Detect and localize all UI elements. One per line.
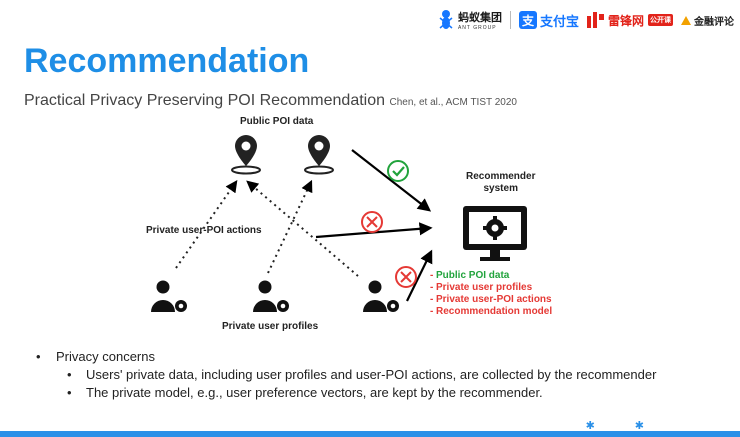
bullet-privacy-concerns: Privacy concerns — [30, 349, 720, 364]
private-profiles-label: Private user profiles — [222, 321, 319, 332]
check-circle-icon — [387, 160, 409, 182]
private-actions-label: Private user-POI actions — [146, 225, 262, 236]
slide-subtitle: Practical Privacy Preserving POI Recomme… — [24, 92, 517, 109]
header-logos: 蚂蚁集团 ANT GROUP 支 支付宝 雷锋网 公开课 金融评论 — [437, 6, 734, 34]
user-gear-icon — [253, 280, 289, 312]
bullet-data-collected: Users' private data, including user prof… — [30, 367, 720, 383]
bullet-private-model: The private model, e.g., user preference… — [30, 385, 720, 401]
cross-circle-icon — [395, 266, 417, 288]
user-gear-icon — [363, 280, 399, 312]
diagram-canvas — [151, 135, 527, 312]
user-gear-icon — [151, 280, 187, 312]
monitor-gear-icon — [463, 206, 527, 261]
data-legend: - Public POI data - Private user profiles … — [430, 270, 552, 318]
alipay-logo: 支 支付宝 — [518, 11, 579, 30]
logo-divider — [509, 11, 511, 29]
bullet-list: Privacy concerns Users' private data, in… — [30, 349, 720, 403]
legend-item: - Private user-POI actions — [430, 294, 552, 305]
citation: Chen, et al., ACM TIST 2020 — [389, 97, 517, 108]
alipay-mark-icon: 支 — [518, 11, 537, 29]
privacy-diagram: Public POI data Private user-POI actions… — [0, 110, 740, 340]
triangle-icon — [681, 15, 691, 25]
leifeng-mark-icon — [586, 12, 604, 28]
ant-group-logo: 蚂蚁集团 ANT GROUP — [437, 9, 502, 31]
map-pin-icon — [231, 135, 261, 175]
dotted-link — [246, 180, 359, 277]
map-pin-icon — [304, 135, 334, 175]
cross-circle-icon — [361, 211, 383, 233]
legend-item: - Recommendation model — [430, 306, 553, 317]
public-poi-label: Public POI data — [240, 116, 314, 127]
legend-item: - Public POI data — [430, 270, 510, 281]
dotted-link — [267, 179, 313, 274]
legend-item: - Private user profiles — [430, 282, 533, 293]
jinrong-logo: 金融评论 — [681, 13, 734, 28]
recommender-label: Recommender system — [466, 171, 536, 194]
ant-logo-icon — [439, 10, 453, 29]
leifeng-logo: 雷锋网 公开课 — [586, 12, 673, 29]
arrow-public — [351, 149, 432, 212]
bottom-bar — [0, 431, 740, 437]
slide-title: Recommendation — [24, 42, 310, 80]
